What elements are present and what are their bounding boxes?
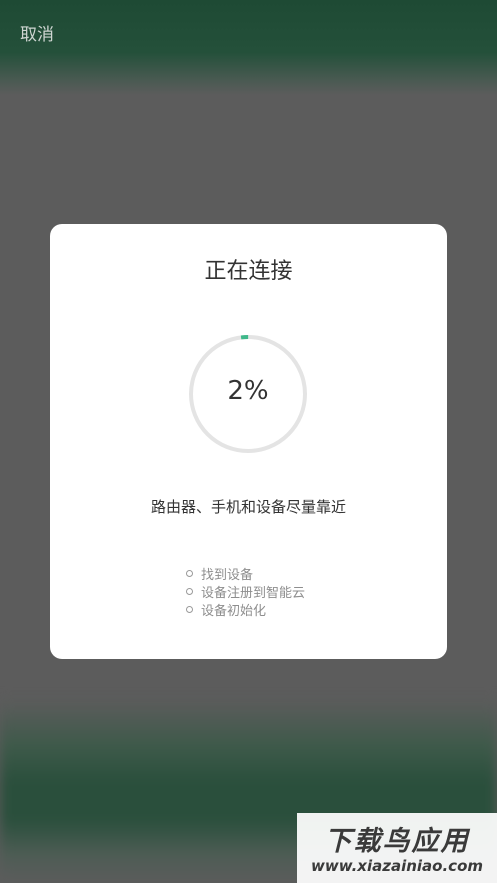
watermark: 下载鸟应用 www.xiazainiao.com <box>297 813 497 883</box>
step-item: 设备注册到智能云 <box>186 582 306 601</box>
connecting-dialog: 正在连接 2% 路由器、手机和设备尽量靠近 找到设备 设备注册到智能云 设备初始… <box>50 224 447 659</box>
watermark-logo-text: 下载鸟应用 <box>324 826 470 857</box>
step-item: 找到设备 <box>186 564 305 583</box>
step-label: 找到设备 <box>201 567 254 583</box>
cancel-button[interactable]: 取消 <box>20 20 54 45</box>
step-label: 设备初始化 <box>201 603 267 619</box>
step-label: 设备注册到智能云 <box>201 585 306 601</box>
step-item: 设备初始化 <box>186 600 305 619</box>
header-background <box>0 0 497 95</box>
progress-percent: 2% <box>227 376 269 406</box>
watermark-url: www.xiazainiao.com <box>310 857 484 875</box>
dialog-title: 正在连接 <box>204 259 293 284</box>
proximity-hint: 路由器、手机和设备尽量靠近 <box>150 498 346 516</box>
step-circle-icon <box>186 569 193 577</box>
connection-steps: 找到设备 设备注册到智能云 设备初始化 <box>186 564 306 619</box>
step-circle-icon <box>186 587 193 595</box>
step-circle-icon <box>186 605 193 613</box>
